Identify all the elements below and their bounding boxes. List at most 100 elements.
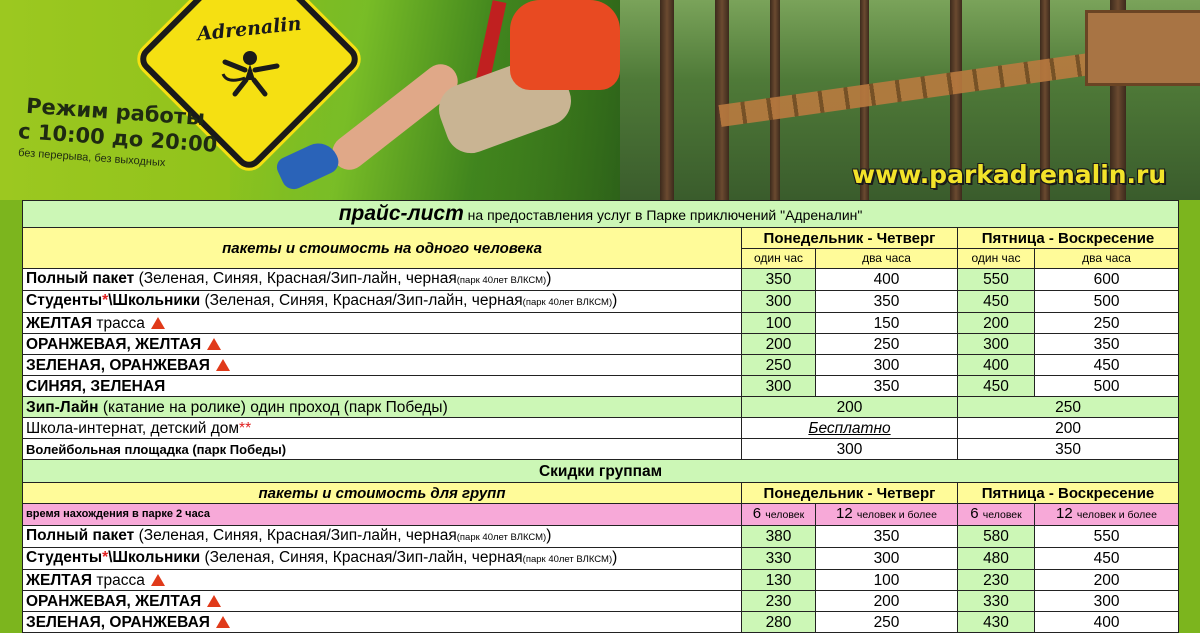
one-hour-header: один час (957, 248, 1035, 269)
price-cell: 500 (1033, 290, 1180, 313)
price-cell: 300 (815, 354, 958, 376)
price-cell: 200 (957, 312, 1035, 334)
price-cell: 330 (741, 547, 816, 570)
zipline-row: Зип-Лайн (катание на ролике) один проход… (22, 396, 1180, 418)
price-row: ОРАНЖЕВАЯ, ЖЕЛТАЯ 200 250 300 350 (22, 333, 1180, 355)
price-cell: 380 (741, 525, 816, 548)
price-cell: 230 (957, 569, 1035, 591)
price-cell: 330 (957, 590, 1035, 612)
row-label: Студенты*\Школьники (Зеленая, Синяя, Кра… (22, 547, 742, 570)
price-cell: 400 (957, 354, 1035, 376)
volleyball-row: Волейбольная площадка (парк Победы) 300 … (22, 438, 1180, 460)
price-cell: 350 (815, 375, 958, 397)
price-cell: 400 (1033, 611, 1180, 633)
group-time-note: время нахождения в парке 2 часа (22, 503, 742, 526)
weekend-header: Пятница - Воскресение (956, 227, 1180, 249)
price-row: Студенты*\Школьники (Зеленая, Синяя, Кра… (22, 547, 1180, 570)
price-row: Полный пакет (Зеленая, Синяя, Красная/Зи… (22, 268, 1180, 291)
weekend-header: Пятница - Воскресение (956, 482, 1180, 504)
price-cell: 250 (815, 333, 958, 355)
price-cell: 450 (957, 290, 1035, 313)
group-rows: Полный пакет (Зеленая, Синяя, Красная/Зи… (22, 525, 1180, 633)
six-people-header: 6 человек (957, 503, 1035, 526)
price-row: СИНЯЯ, ЗЕЛЕНАЯ 300 350 450 500 (22, 375, 1180, 397)
price-cell: 350 (1033, 333, 1180, 355)
group-discount-title: Скидки группам (21, 459, 1180, 483)
price-cell: 300 (815, 547, 958, 570)
price-cell: 350 (815, 290, 958, 313)
row-label: ЖЕЛТАЯ трасса (22, 312, 742, 334)
price-cell: 550 (1033, 525, 1180, 548)
price-cell: 450 (1033, 547, 1180, 570)
price-cell: 550 (957, 268, 1035, 291)
price-cell: 130 (741, 569, 816, 591)
price-cell: 200 (815, 590, 958, 612)
group-header: пакеты и стоимость для групп (22, 482, 742, 504)
twelve-people-header: 12 человек и более (815, 503, 958, 526)
row-label: СИНЯЯ, ЗЕЛЕНАЯ (22, 375, 742, 397)
zipline-label: Зип-Лайн (катание на ролике) один проход… (22, 396, 742, 418)
price-list-title: прайс-лист на предоставления услуг в Пар… (21, 200, 1180, 228)
price-cell: 200 (741, 333, 816, 355)
price-cell: 200 (741, 396, 958, 418)
row-label: Полный пакет (Зеленая, Синяя, Красная/Зи… (22, 525, 742, 548)
row-label: ОРАНЖЕВАЯ, ЖЕЛТАЯ (22, 590, 742, 612)
price-cell: 580 (957, 525, 1035, 548)
two-hours-header: два часа (1033, 248, 1180, 269)
price-cell: 400 (815, 268, 958, 291)
price-cell: 150 (815, 312, 958, 334)
price-cell: 250 (741, 354, 816, 376)
volleyball-label: Волейбольная площадка (парк Победы) (22, 438, 742, 460)
price-row: ЗЕЛЕНАЯ, ОРАНЖЕВАЯ 280 250 430 400 (22, 611, 1180, 633)
weekday-header: Понедельник - Четверг (741, 482, 958, 504)
price-cell: 300 (741, 375, 816, 397)
price-cell: 350 (741, 268, 816, 291)
price-cell: 500 (1033, 375, 1180, 397)
row-label: Студенты*\Школьники (Зеленая, Синяя, Кра… (22, 290, 742, 313)
individual-rows: Полный пакет (Зеленая, Синяя, Красная/Зи… (22, 268, 1180, 397)
price-cell: 450 (957, 375, 1035, 397)
school-row: Школа-интернат, детский дом** Бесплатно … (22, 417, 1180, 439)
price-row: ЖЕЛТАЯ трасса 130 100 230 200 (22, 569, 1180, 591)
price-cell: 100 (815, 569, 958, 591)
price-cell: 250 (956, 396, 1180, 418)
climber-shirt (510, 0, 620, 90)
price-cell: 480 (957, 547, 1035, 570)
warning-icon (207, 337, 222, 350)
price-cell: 300 (741, 438, 958, 460)
price-cell: 300 (1033, 590, 1180, 612)
row-label: ЖЕЛТАЯ трасса (22, 569, 742, 591)
price-cell: 450 (1033, 354, 1180, 376)
price-cell: 300 (741, 290, 816, 313)
warning-icon (215, 358, 230, 371)
six-people-header: 6 человек (741, 503, 816, 526)
price-table: прайс-лист на предоставления услуг в Пар… (21, 200, 1180, 633)
price-cell: 250 (815, 611, 958, 633)
twelve-people-header: 12 человек и более (1033, 503, 1180, 526)
price-cell: 350 (815, 525, 958, 548)
row-label: Полный пакет (Зеленая, Синяя, Красная/Зи… (22, 268, 742, 291)
warning-icon (150, 573, 165, 586)
price-cell: 250 (1033, 312, 1180, 334)
two-hours-header: два часа (815, 248, 958, 269)
price-cell: 280 (741, 611, 816, 633)
monkey-icon (221, 51, 280, 97)
price-cell: 300 (957, 333, 1035, 355)
website-link[interactable]: www.parkadrenalin.ru (852, 160, 1166, 189)
price-row: ЗЕЛЕНАЯ, ОРАНЖЕВАЯ 250 300 400 450 (22, 354, 1180, 376)
header-banner: Adrenalin Режим работы с 10:00 до 20:00 … (0, 0, 1200, 200)
price-cell: 100 (741, 312, 816, 334)
tree-trunk (715, 0, 729, 200)
price-row: ЖЕЛТАЯ трасса 100 150 200 250 (22, 312, 1180, 334)
school-label: Школа-интернат, детский дом** (22, 417, 742, 439)
price-row: Студенты*\Школьники (Зеленая, Синяя, Кра… (22, 290, 1180, 313)
wooden-platform (1085, 10, 1200, 86)
one-hour-header: один час (741, 248, 816, 269)
price-cell: Бесплатно (741, 417, 958, 439)
warning-icon (207, 594, 222, 607)
price-cell: 230 (741, 590, 816, 612)
price-cell: 200 (956, 417, 1180, 439)
price-cell: 600 (1033, 268, 1180, 291)
price-row: Полный пакет (Зеленая, Синяя, Красная/Зи… (22, 525, 1180, 548)
row-label: ОРАНЖЕВАЯ, ЖЕЛТАЯ (22, 333, 742, 355)
